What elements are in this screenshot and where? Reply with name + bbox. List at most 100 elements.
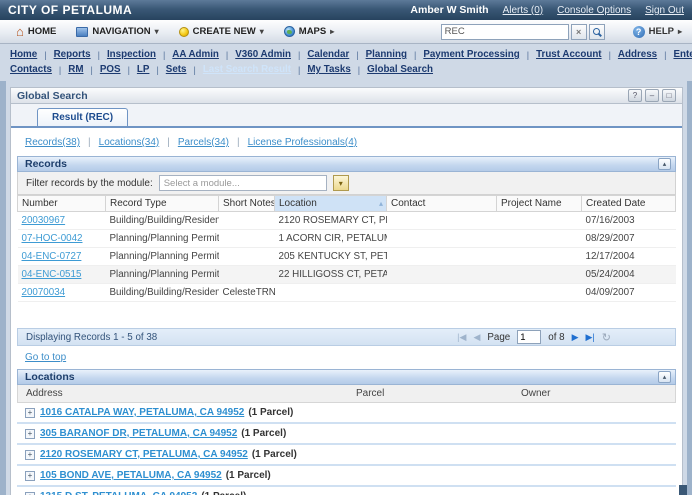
quick-search-input[interactable] — [441, 24, 569, 40]
location-cell: 22 HILLIGOSS CT, PETALUMA... — [275, 266, 387, 284]
parcels-count-link[interactable]: Parcels(34) — [178, 137, 229, 148]
contact-cell — [387, 266, 497, 284]
nav-link-trust-account[interactable]: Trust Account — [536, 49, 602, 60]
project-name-cell — [497, 230, 582, 248]
nav-link-address[interactable]: Address — [618, 49, 657, 60]
nav-link-pos[interactable]: POS — [100, 64, 121, 75]
table-row: 20070034 Building/Building/Residential/A… — [18, 284, 676, 302]
nav-link-global-search[interactable]: Global Search — [367, 64, 433, 75]
home-button[interactable]: HOME — [10, 22, 66, 41]
nav-link-home[interactable]: Home — [10, 49, 37, 60]
expand-icon[interactable]: + — [25, 408, 35, 418]
page-count-label: of 8 — [548, 332, 564, 343]
navigation-menu-button[interactable]: NAVIGATION ▾ — [70, 24, 168, 39]
clear-search-button[interactable] — [571, 24, 587, 40]
records-section-title: Records — [25, 158, 67, 170]
record-number-link[interactable]: 04-ENC-0727 — [22, 251, 82, 262]
nav-link-aa-admin[interactable]: AA Admin — [172, 49, 219, 60]
nav-link-calendar[interactable]: Calendar — [307, 49, 349, 60]
created-date-cell: 08/29/2007 — [582, 230, 676, 248]
locations-collapse-button[interactable]: ▴ — [658, 371, 671, 383]
panel-minimize-button[interactable]: – — [645, 89, 659, 102]
contact-cell — [387, 230, 497, 248]
nav-separator: | — [91, 65, 93, 75]
expand-icon[interactable]: + — [25, 492, 35, 495]
console-options-link[interactable]: Console Options — [557, 5, 631, 16]
record-number-link[interactable]: 07-HOC-0042 — [22, 233, 83, 244]
records-header-row: Number Record Type Short Notes Location … — [18, 196, 676, 212]
nav-link-enterprise-view[interactable]: Enterprise View — [673, 49, 692, 60]
nav-link-payment-processing[interactable]: Payment Processing — [423, 49, 519, 60]
license-professionals-count-link[interactable]: License Professionals(4) — [248, 137, 358, 148]
nav-link-reports[interactable]: Reports — [54, 49, 91, 60]
column-header-project-name[interactable]: Project Name — [497, 196, 582, 212]
record-number-link[interactable]: 04-ENC-0515 — [22, 269, 82, 280]
parcel-count-label: (1 Parcel) — [252, 449, 297, 460]
next-page-icon[interactable]: ▶ — [572, 332, 579, 343]
column-header-owner[interactable]: Owner — [513, 385, 675, 402]
nav-separator: | — [98, 50, 100, 60]
records-count-link[interactable]: Records(38) — [25, 137, 80, 148]
column-header-address[interactable]: Address — [18, 385, 348, 402]
created-date-cell: 05/24/2004 — [582, 266, 676, 284]
column-header-number[interactable]: Number — [18, 196, 106, 212]
location-address-link[interactable]: 2120 ROSEMARY CT, PETALUMA, CA 94952 — [40, 449, 248, 460]
go-to-top-link[interactable]: Go to top — [25, 352, 66, 363]
module-select[interactable]: Select a module... — [159, 175, 327, 191]
records-collapse-button[interactable]: ▴ — [658, 158, 671, 170]
short-notes-cell — [219, 266, 275, 284]
previous-page-icon[interactable]: ◀ — [473, 332, 480, 343]
column-header-location[interactable]: Location — [275, 196, 387, 212]
location-address-link[interactable]: 1315 D ST, PETALUMA, CA 94952 — [40, 491, 197, 495]
column-header-short-notes[interactable]: Short Notes — [219, 196, 275, 212]
link-separator: | — [167, 137, 170, 148]
maps-menu-button[interactable]: MAPS ▸ — [278, 24, 344, 39]
refresh-icon[interactable] — [602, 331, 611, 344]
help-menu-button[interactable]: ? HELP ▸ — [633, 26, 682, 38]
nav-link-planning[interactable]: Planning — [366, 49, 407, 60]
nav-separator: | — [156, 65, 158, 75]
nav-link-rm[interactable]: RM — [68, 64, 83, 75]
module-select-dropdown-button[interactable]: ▾ — [333, 175, 349, 191]
column-header-parcel[interactable]: Parcel — [348, 385, 513, 402]
nav-link-contacts[interactable]: Contacts — [10, 64, 52, 75]
record-number-link[interactable]: 20030967 — [22, 215, 66, 226]
project-name-cell — [497, 284, 582, 302]
panel-close-button[interactable]: □ — [662, 89, 676, 102]
run-search-button[interactable] — [589, 24, 605, 40]
nav-link-lp[interactable]: LP — [137, 64, 150, 75]
record-type-cell: Building/Building/Residential/A... — [106, 212, 219, 230]
location-address-link[interactable]: 1016 CATALPA WAY, PETALUMA, CA 94952 — [40, 407, 244, 418]
nav-link-inspection[interactable]: Inspection — [107, 49, 156, 60]
panel-help-button[interactable]: ? — [628, 89, 642, 102]
titlebar-right: Amber W Smith Alerts (0) Console Options… — [410, 4, 684, 16]
nav-link-v360-admin[interactable]: V360 Admin — [235, 49, 291, 60]
short-notes-cell: CelesteTRNG... — [219, 284, 275, 302]
short-notes-cell — [219, 248, 275, 266]
link-separator: | — [237, 137, 240, 148]
records-pagination-bar: Displaying Records 1 - 5 of 38 |◀ ◀ Page… — [17, 328, 676, 346]
nav-link-my-tasks[interactable]: My Tasks — [307, 64, 350, 75]
column-header-contact[interactable]: Contact — [387, 196, 497, 212]
first-page-icon[interactable]: |◀ — [457, 332, 466, 343]
location-cell — [275, 284, 387, 302]
page-number-input[interactable] — [517, 330, 541, 344]
expand-icon[interactable]: + — [25, 429, 35, 439]
expand-icon[interactable]: + — [25, 450, 35, 460]
home-button-label: HOME — [28, 26, 57, 37]
location-address-link[interactable]: 105 BOND AVE, PETALUMA, CA 94952 — [40, 470, 222, 481]
nav-link-sets[interactable]: Sets — [166, 64, 187, 75]
alerts-link[interactable]: Alerts (0) — [503, 5, 544, 16]
record-number-link[interactable]: 20070034 — [22, 287, 66, 298]
last-page-icon[interactable]: ▶| — [586, 332, 595, 343]
nav-link-last-search-result[interactable]: Last Search Result — [203, 64, 291, 75]
column-header-created-date[interactable]: Created Date — [582, 196, 676, 212]
locations-count-link[interactable]: Locations(34) — [99, 137, 160, 148]
location-address-link[interactable]: 305 BARANOF DR, PETALUMA, CA 94952 — [40, 428, 237, 439]
expand-icon[interactable]: + — [25, 471, 35, 481]
column-header-record-type[interactable]: Record Type — [106, 196, 219, 212]
sign-out-link[interactable]: Sign Out — [645, 5, 684, 16]
list-item: + 105 BOND AVE, PETALUMA, CA 94952 (1 Pa… — [17, 466, 676, 487]
create-new-menu-button[interactable]: CREATE NEW ▾ — [173, 24, 274, 39]
tab-result-rec[interactable]: Result (REC) — [37, 108, 128, 126]
